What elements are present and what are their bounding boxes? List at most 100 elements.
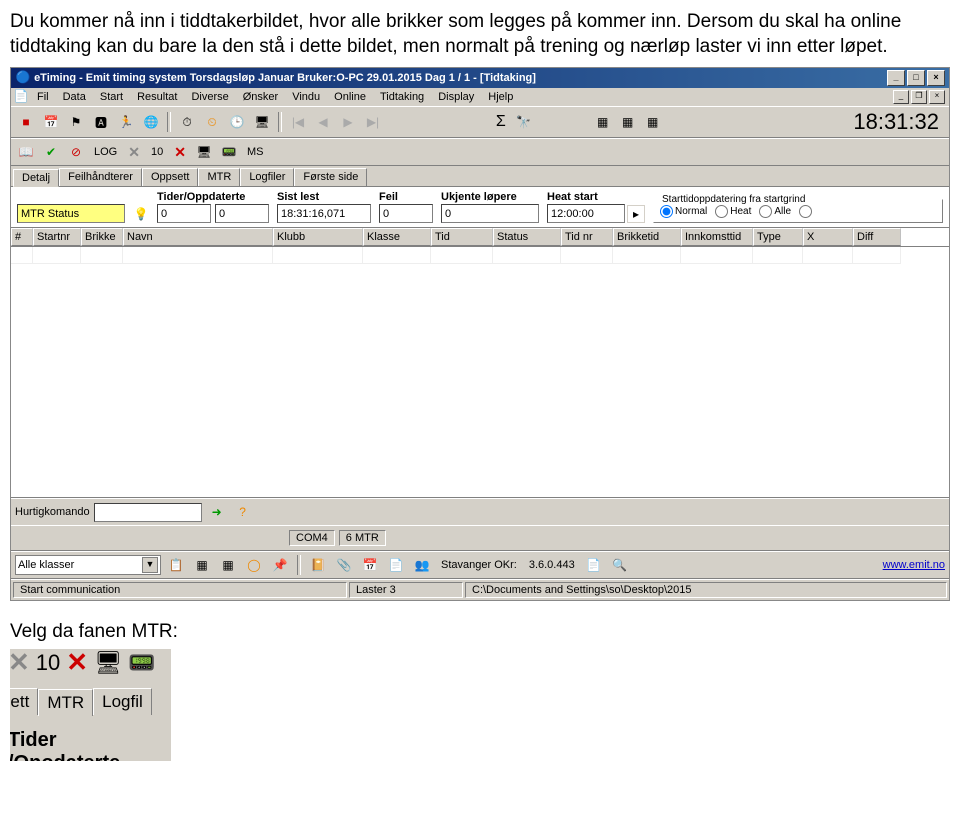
mdi-minimize-button[interactable]: _ (893, 90, 909, 104)
tab-detalj[interactable]: Detalj (13, 169, 59, 187)
ukjente-input[interactable] (441, 204, 539, 223)
no-entry-icon[interactable]: ⊘ (65, 141, 87, 163)
grid-a-icon[interactable]: ▦ (191, 554, 213, 576)
menu-onsker[interactable]: Ønsker (237, 89, 284, 105)
stopwatch-icon[interactable]: ⏱ (176, 111, 198, 133)
ms-button[interactable]: MS (243, 146, 268, 158)
device-icon[interactable]: 📟 (218, 141, 240, 163)
computer-icon[interactable]: 🖥 (251, 111, 273, 133)
crop-tab-logfil[interactable]: Logfil (93, 688, 152, 715)
tab-forsteside[interactable]: Første side (294, 168, 367, 186)
radio-blank[interactable] (799, 205, 814, 218)
runner-icon[interactable]: 🏃 (115, 111, 137, 133)
crop-x-grey-icon[interactable]: ✕ (10, 649, 30, 678)
tab-feilhandterer[interactable]: Feilhåndterer (59, 168, 142, 186)
tab-logfiler[interactable]: Logfiler (240, 168, 294, 186)
grid3-icon[interactable]: ▦ (642, 111, 664, 133)
x-grey-icon[interactable]: ✕ (124, 144, 144, 161)
x-red-icon[interactable]: ✕ (170, 144, 190, 161)
sistlest-input[interactable] (277, 204, 371, 223)
radio-alle[interactable]: Alle (759, 205, 791, 218)
radio-heat[interactable]: Heat (715, 205, 751, 218)
heat-input[interactable] (547, 204, 625, 223)
tab-oppsett[interactable]: Oppsett (142, 168, 199, 186)
col-status[interactable]: Status (493, 228, 561, 246)
klasser-combo[interactable]: Alle klasser▼ (15, 555, 161, 575)
radio-normal[interactable]: Normal (660, 205, 707, 218)
grid-b-icon[interactable]: ▦ (217, 554, 239, 576)
menu-online[interactable]: Online (328, 89, 372, 105)
menu-hjelp[interactable]: Hjelp (482, 89, 519, 105)
close-button[interactable]: × (927, 70, 945, 86)
page-icon[interactable]: 📄 (385, 554, 407, 576)
tider-input-2[interactable] (215, 204, 269, 223)
col-startnr[interactable]: Startnr (33, 228, 81, 246)
minimize-button[interactable]: _ (887, 70, 905, 86)
hurtig-input[interactable] (94, 503, 202, 522)
log-button[interactable]: LOG (90, 146, 121, 158)
menu-display[interactable]: Display (432, 89, 480, 105)
sigma-icon[interactable]: Σ (492, 113, 510, 131)
clip-icon[interactable]: 📎 (333, 554, 355, 576)
heat-button-icon[interactable]: ▸ (627, 205, 645, 223)
clock-icon[interactable]: 🕒 (226, 111, 248, 133)
menu-data[interactable]: Data (57, 89, 92, 105)
computer2-icon[interactable]: 🖥 (193, 141, 215, 163)
crop-tab-oppsett[interactable]: ppsett (10, 688, 38, 715)
record-icon[interactable]: ■ (15, 111, 37, 133)
grid-row-empty[interactable] (11, 247, 949, 264)
col-x[interactable]: X (803, 228, 853, 246)
cal2-icon[interactable]: 📅 (359, 554, 381, 576)
bulb-icon[interactable]: 💡 (133, 207, 149, 223)
grid1-icon[interactable]: ▦ (592, 111, 614, 133)
nav-last-icon[interactable]: ▶| (362, 111, 384, 133)
grid-body[interactable] (11, 247, 949, 498)
book-icon[interactable]: 📖 (15, 141, 37, 163)
crop-tab-mtr[interactable]: MTR (38, 689, 93, 716)
mdi-restore-button[interactable]: ❐ (911, 90, 927, 104)
page2-icon[interactable]: 📄 (583, 554, 605, 576)
col-klubb[interactable]: Klubb (273, 228, 363, 246)
copy-icon[interactable]: 📋 (165, 554, 187, 576)
col-navn[interactable]: Navn (123, 228, 273, 246)
tider-input-1[interactable] (157, 204, 211, 223)
crop-x-red-icon[interactable]: ✕ (66, 649, 88, 678)
col-tid[interactable]: Tid (431, 228, 493, 246)
emit-link[interactable]: www.emit.no (883, 559, 945, 571)
globe-icon[interactable]: 🌐 (140, 111, 162, 133)
people-icon[interactable]: 👥 (411, 554, 433, 576)
col-brikketid[interactable]: Brikketid (613, 228, 681, 246)
col-type[interactable]: Type (753, 228, 803, 246)
nav-first-icon[interactable]: |◀ (287, 111, 309, 133)
help-icon[interactable]: ? (232, 501, 254, 523)
book2-icon[interactable]: 📔 (307, 554, 329, 576)
menu-diverse[interactable]: Diverse (185, 89, 234, 105)
col-innkomsttid[interactable]: Innkomsttid (681, 228, 753, 246)
flag-icon[interactable]: ⚑ (65, 111, 87, 133)
go-icon[interactable]: ➜ (206, 501, 228, 523)
crop-computer-icon[interactable]: 🖥 (94, 650, 122, 676)
binoculars-icon[interactable]: 🔭 (513, 111, 535, 133)
nav-next-icon[interactable]: ▶ (337, 111, 359, 133)
col-num[interactable]: # (11, 228, 33, 246)
mdi-close-button[interactable]: × (929, 90, 945, 104)
crop-device-icon[interactable]: 📟 (128, 650, 155, 676)
col-klasse[interactable]: Klasse (363, 228, 431, 246)
nav-prev-icon[interactable]: ◀ (312, 111, 334, 133)
calendar-icon[interactable]: 📅 (40, 111, 62, 133)
menu-fil[interactable]: Fil (31, 89, 55, 105)
check-icon[interactable]: ✔ (40, 141, 62, 163)
tab-mtr[interactable]: MTR (198, 168, 240, 186)
mtr-status-input[interactable] (17, 204, 125, 223)
menu-resultat[interactable]: Resultat (131, 89, 183, 105)
timer-icon[interactable]: ⏲ (201, 111, 223, 133)
search-icon[interactable]: 🔍 (609, 554, 631, 576)
grid2-icon[interactable]: ▦ (617, 111, 639, 133)
menu-start[interactable]: Start (94, 89, 129, 105)
col-tidnr[interactable]: Tid nr (561, 228, 613, 246)
pin-icon[interactable]: 📌 (269, 554, 291, 576)
maximize-button[interactable]: □ (907, 70, 925, 86)
circle-icon[interactable]: ◯ (243, 554, 265, 576)
feil-input[interactable] (379, 204, 433, 223)
col-diff[interactable]: Diff (853, 228, 901, 246)
